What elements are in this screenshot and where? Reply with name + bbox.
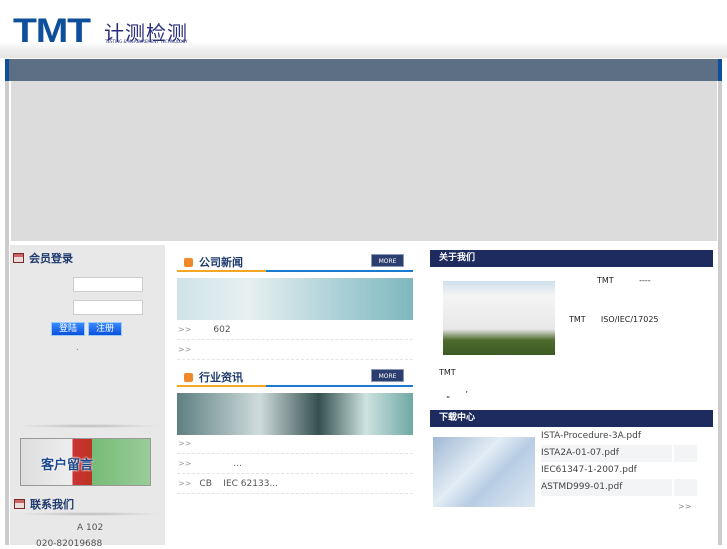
banner <box>11 81 717 241</box>
industry-news-title: 行业资讯 <box>199 371 243 384</box>
register-button[interactable]: 注册 <box>88 322 122 336</box>
contact-title: 联系我们 <box>30 498 74 511</box>
password-input[interactable] <box>73 300 143 315</box>
logo-tagline: TESTING & MEASUREMENT TECHNOLOGY <box>105 39 188 44</box>
logo[interactable]: TMT <box>13 12 91 51</box>
login-heading: 会员登录 <box>13 250 73 266</box>
download-item[interactable]: ISTA2A-01-07.pdf <box>541 445 672 462</box>
divider <box>16 512 161 516</box>
customer-message-banner[interactable]: 客户留言 <box>20 438 151 486</box>
contact-phone: 020-82019688 <box>36 539 103 549</box>
contact-address: A 102 <box>77 523 104 533</box>
about-header: 关于我们 <box>430 250 713 267</box>
nav-bar <box>5 59 722 81</box>
company-news-photo <box>177 278 413 320</box>
login-note: . <box>76 343 79 353</box>
company-news-header: 公司新闻 MORE <box>177 252 413 272</box>
login-button[interactable]: 登陆 <box>51 322 85 336</box>
downloads-more-link[interactable]: >> <box>678 502 691 511</box>
download-item[interactable]: ASTMD999-01.pdf <box>541 479 672 496</box>
about-line-1: TMT ---- <box>597 276 651 285</box>
download-item[interactable]: IEC61347-1-2007.pdf <box>541 462 693 479</box>
rss-icon <box>184 258 193 267</box>
message-banner-label: 客户留言 <box>41 458 94 473</box>
download-item[interactable]: ISTA-Procedure-3A.pdf <box>541 428 693 445</box>
industry-news-header: 行业资讯 MORE <box>177 367 413 387</box>
about-line-2: TMT ISO/IEC/17025 <box>569 315 659 324</box>
industry-news-more-button[interactable]: MORE <box>371 369 404 382</box>
company-news-title: 公司新闻 <box>199 256 243 269</box>
table-cell <box>674 445 697 462</box>
about-line-4: „ ’ <box>446 390 468 399</box>
window-icon <box>13 253 24 263</box>
company-news-list: >> 602 >> <box>177 320 413 360</box>
about-line-3: TMT <box>439 368 456 377</box>
divider <box>16 424 161 428</box>
documents-photo <box>433 437 535 507</box>
news-item[interactable]: >>... <box>177 454 413 474</box>
building-photo <box>443 281 555 355</box>
downloads-header: 下载中心 <box>430 410 713 427</box>
news-item[interactable]: >> <box>177 434 413 454</box>
industry-news-photo <box>177 393 413 435</box>
login-title: 会员登录 <box>29 252 73 265</box>
news-item[interactable]: >> 602 <box>177 320 413 340</box>
industry-news-list: >> >>... >> CB IEC 62133... <box>177 434 413 494</box>
window-icon <box>14 499 25 509</box>
table-cell <box>674 479 697 496</box>
rss-icon <box>184 373 193 382</box>
username-input[interactable] <box>73 277 143 292</box>
downloads-list: ISTA-Procedure-3A.pdf ISTA2A-01-07.pdf I… <box>541 428 697 496</box>
contact-heading: 联系我们 <box>14 496 74 512</box>
news-item[interactable]: >> <box>177 340 413 360</box>
news-item[interactable]: >> CB IEC 62133... <box>177 474 413 494</box>
company-news-more-button[interactable]: MORE <box>371 254 404 267</box>
